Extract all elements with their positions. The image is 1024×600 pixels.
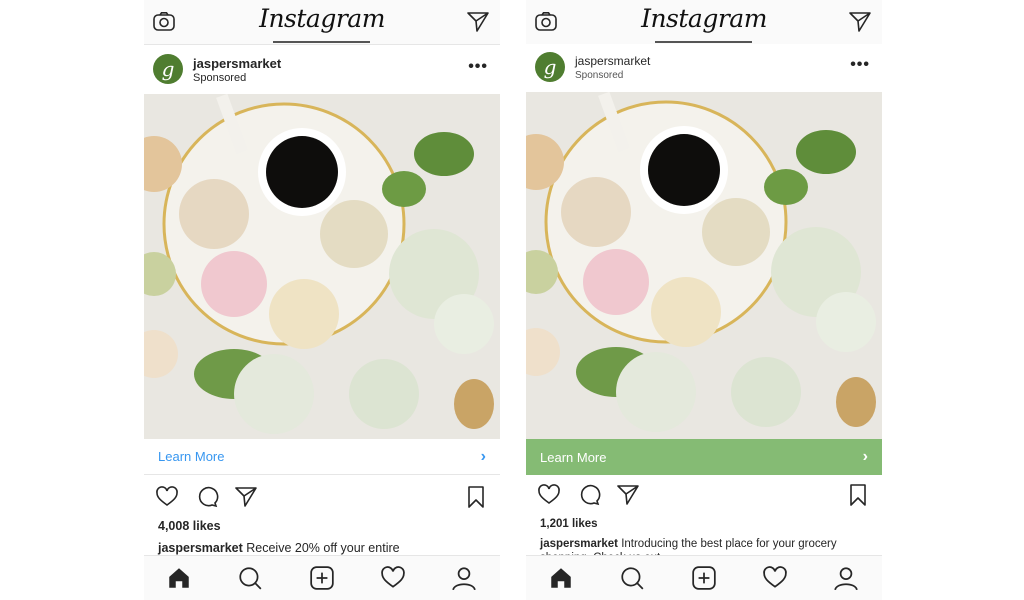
avatar[interactable]: g <box>153 54 183 84</box>
bookmark-icon[interactable] <box>464 485 488 509</box>
caption-text: Receive 20% off your entire <box>242 541 400 555</box>
avatar-letter: g <box>543 55 557 79</box>
post-caption: jaspersmarket Receive 20% off your entir… <box>158 541 488 556</box>
macarons-coffee-image <box>144 94 500 439</box>
macarons-coffee-image <box>526 92 882 439</box>
logo-underline <box>273 41 370 43</box>
app-logo: Instagram <box>641 4 767 33</box>
instagram-screen-green-cta: Instagram g jaspersmarket Sponsored ••• <box>526 0 882 600</box>
direct-message-icon[interactable] <box>848 10 872 34</box>
post-photo[interactable] <box>526 92 882 439</box>
home-icon[interactable] <box>166 565 192 591</box>
post-header: g jaspersmarket Sponsored ••• <box>144 46 500 94</box>
direct-message-icon[interactable] <box>466 10 490 34</box>
add-post-icon[interactable] <box>691 565 717 591</box>
post-photo[interactable] <box>144 94 500 439</box>
cta-label: Learn More <box>540 449 607 465</box>
activity-heart-icon[interactable] <box>380 565 406 591</box>
account-name[interactable]: jaspersmarket <box>575 54 650 68</box>
comment-icon[interactable] <box>195 485 219 509</box>
bookmark-icon[interactable] <box>846 483 870 507</box>
bottom-nav <box>144 555 500 600</box>
logo-underline <box>655 41 752 43</box>
top-bar: Instagram <box>144 0 500 45</box>
chevron-right-icon: › <box>480 447 486 465</box>
learn-more-button[interactable]: Learn More › <box>526 439 882 475</box>
sponsored-label: Sponsored <box>575 70 624 81</box>
avatar[interactable]: g <box>535 52 565 82</box>
comment-icon[interactable] <box>577 483 601 507</box>
post-header: g jaspersmarket Sponsored ••• <box>526 44 882 92</box>
account-name[interactable]: jaspersmarket <box>193 56 281 71</box>
add-post-icon[interactable] <box>309 565 335 591</box>
top-bar: Instagram <box>526 0 882 45</box>
post-actions <box>526 480 882 510</box>
caption-username[interactable]: jaspersmarket <box>158 541 243 555</box>
app-logo: Instagram <box>259 4 385 33</box>
more-options-icon[interactable]: ••• <box>850 56 870 74</box>
instagram-screen-plain-cta: Instagram g jaspersmarket Sponsored ••• <box>144 0 500 600</box>
profile-icon[interactable] <box>833 565 859 591</box>
chevron-right-icon: › <box>862 448 868 465</box>
bottom-nav <box>526 555 882 600</box>
cta-label: Learn More <box>158 449 225 464</box>
more-options-icon[interactable]: ••• <box>468 58 488 76</box>
home-icon[interactable] <box>548 565 574 591</box>
heart-icon[interactable] <box>537 483 561 507</box>
sponsored-label: Sponsored <box>193 72 247 84</box>
likes-count[interactable]: 1,201 likes <box>540 518 598 530</box>
post-actions <box>144 482 500 512</box>
learn-more-button[interactable]: Learn More › <box>144 439 500 475</box>
share-icon[interactable] <box>234 485 258 509</box>
caption-username[interactable]: jaspersmarket <box>540 538 618 550</box>
likes-count[interactable]: 4,008 likes <box>158 519 221 533</box>
avatar-letter: g <box>161 57 175 81</box>
profile-icon[interactable] <box>451 565 477 591</box>
search-icon[interactable] <box>619 565 645 591</box>
activity-heart-icon[interactable] <box>762 565 788 591</box>
search-icon[interactable] <box>237 565 263 591</box>
share-icon[interactable] <box>616 483 640 507</box>
heart-icon[interactable] <box>155 485 179 509</box>
